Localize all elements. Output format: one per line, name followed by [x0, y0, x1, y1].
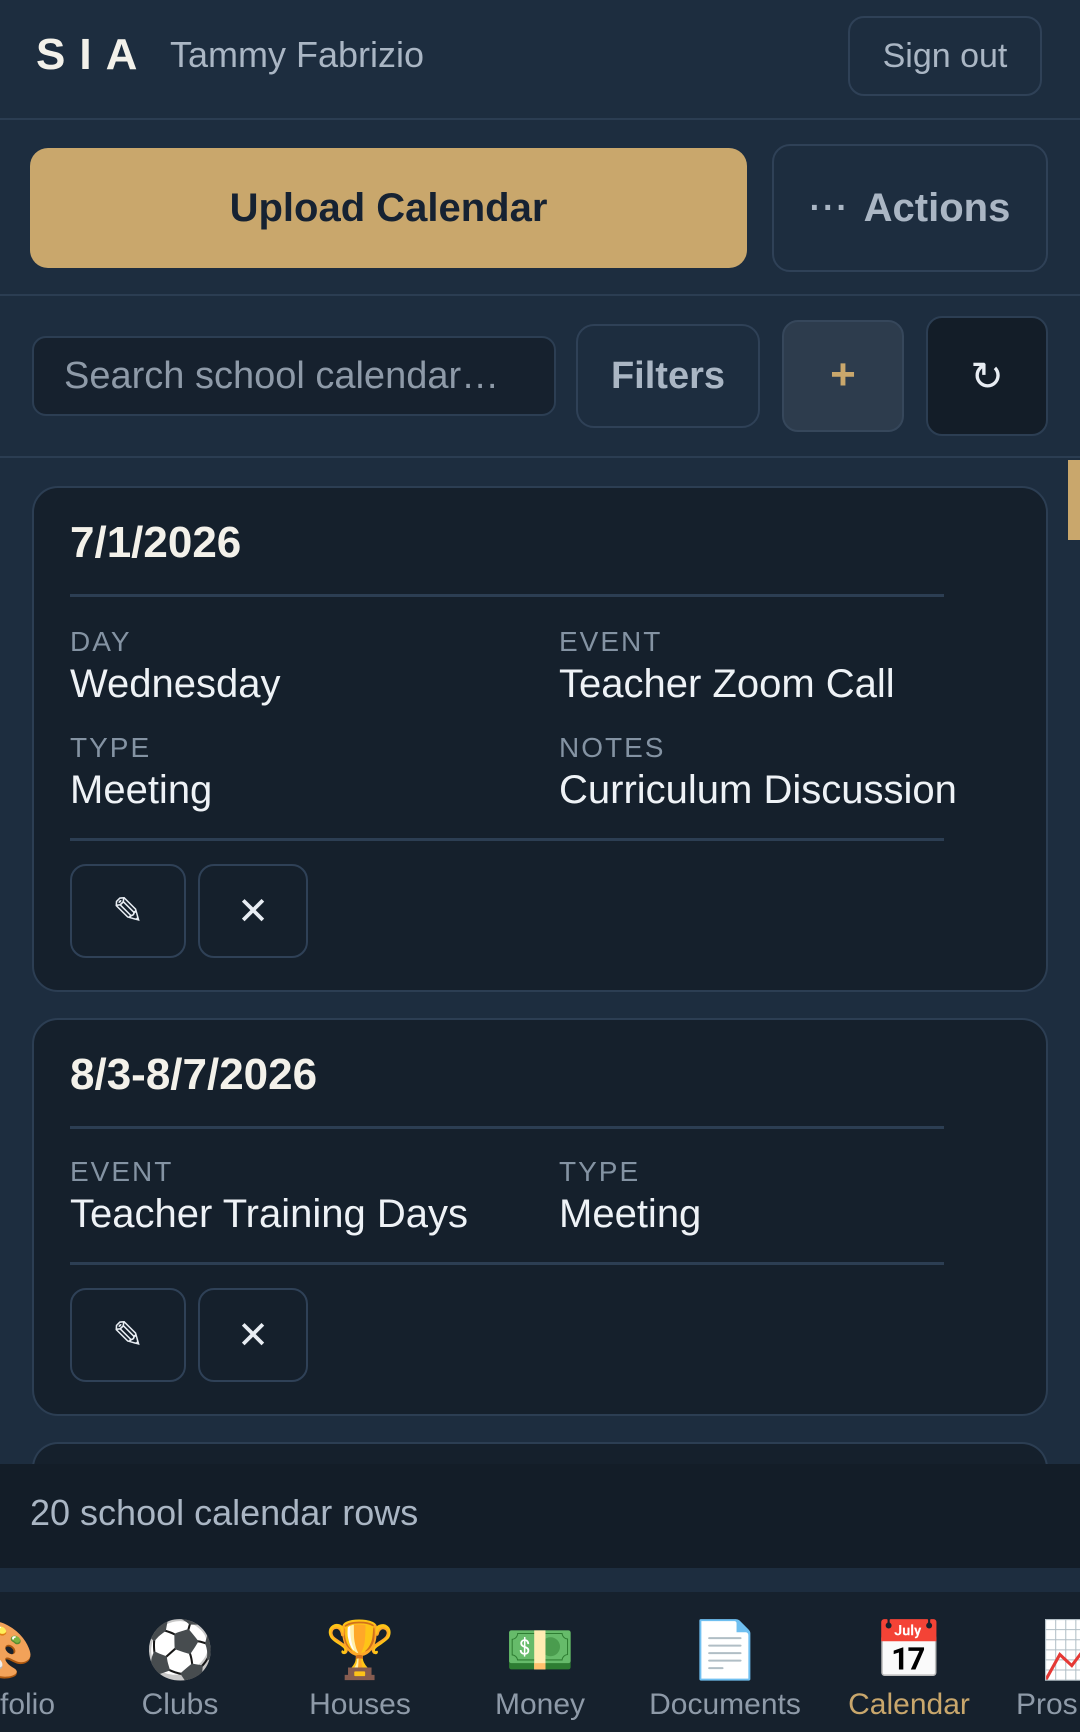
field-value-type: Meeting: [70, 768, 213, 812]
trophy-icon: 🏆: [325, 1618, 395, 1681]
nav-label: Calendar: [848, 1688, 970, 1721]
calendar-card: 7/1/2026 DAY Wednesday EVENT Teacher Zoo…: [32, 486, 1048, 992]
nav-label: Clubs: [141, 1688, 219, 1721]
delete-button[interactable]: ✕: [198, 864, 308, 958]
document-icon: 📄: [690, 1618, 760, 1681]
plus-icon: +: [830, 350, 856, 399]
nav-label: Pros: [1016, 1688, 1078, 1721]
calendar-card: 8/3-8/7/2026 EVENT Teacher Training Days…: [32, 1018, 1048, 1416]
user-name: Tammy Fabrizio: [170, 34, 425, 75]
money-icon: 💵: [505, 1618, 575, 1681]
bottom-nav: 🎨 folio ⚽ Clubs 🏆 Houses 💵 Money 📄 Docum…: [0, 1592, 1080, 1732]
edit-button[interactable]: ✎: [70, 1288, 186, 1382]
nav-item-money[interactable]: 💵 Money: [470, 1592, 610, 1732]
nav-label: Money: [494, 1688, 586, 1721]
row-count-bar: 20 school calendar rows: [0, 1464, 1080, 1568]
field-label-day: DAY: [70, 626, 132, 657]
actions-label: Actions: [863, 185, 1011, 230]
row-count-text: 20 school calendar rows: [30, 1492, 419, 1533]
calendar-icon: 📅: [874, 1618, 944, 1681]
filters-button[interactable]: Filters: [576, 324, 760, 428]
field-label-type: TYPE: [559, 1156, 641, 1187]
field-label-notes: NOTES: [559, 732, 666, 763]
field-value-day: Wednesday: [70, 662, 281, 706]
card-divider: [70, 1262, 944, 1265]
app-header: SIA Tammy Fabrizio Sign out: [0, 0, 1080, 120]
nav-item-documents[interactable]: 📄 Documents: [640, 1592, 810, 1732]
palette-icon: 🎨: [0, 1618, 35, 1682]
upload-calendar-button[interactable]: Upload Calendar: [30, 148, 747, 268]
pencil-icon: ✎: [112, 1314, 144, 1357]
more-dots-icon: ···: [809, 188, 850, 227]
field-label-event: EVENT: [559, 626, 663, 657]
delete-button[interactable]: ✕: [198, 1288, 308, 1382]
close-icon: ✕: [237, 1314, 269, 1357]
app-logo: SIA: [36, 30, 152, 79]
nav-item-houses[interactable]: 🏆 Houses: [290, 1592, 430, 1732]
field-value-notes: Curriculum Discussion: [559, 768, 957, 812]
action-bar: Upload Calendar ··· Actions: [0, 122, 1080, 296]
nav-item-clubs[interactable]: ⚽ Clubs: [118, 1592, 242, 1732]
nav-item-portfolio[interactable]: 🎨 folio: [0, 1592, 100, 1732]
refresh-icon: ↻: [970, 355, 1004, 399]
nav-item-calendar[interactable]: 📅 Calendar: [834, 1592, 984, 1732]
card-divider: [70, 594, 944, 597]
pencil-icon: ✎: [112, 890, 144, 933]
refresh-button[interactable]: ↻: [926, 316, 1048, 436]
card-date: 8/3-8/7/2026: [70, 1050, 318, 1099]
search-input[interactable]: [32, 336, 556, 416]
actions-menu-button[interactable]: ··· Actions: [772, 144, 1048, 272]
field-value-event: Teacher Zoom Call: [559, 662, 895, 706]
nav-item-pros[interactable]: 📈 Pros: [1016, 1592, 1080, 1732]
edit-button[interactable]: ✎: [70, 864, 186, 958]
card-date: 7/1/2026: [70, 518, 242, 567]
scrollbar-thumb[interactable]: [1068, 460, 1080, 540]
field-label-type: TYPE: [70, 732, 152, 763]
nav-label: Documents: [649, 1688, 801, 1721]
field-label-event: EVENT: [70, 1156, 174, 1187]
soccer-ball-icon: ⚽: [145, 1618, 215, 1681]
card-divider: [70, 838, 944, 841]
field-value-type: Meeting: [559, 1192, 702, 1236]
close-icon: ✕: [237, 890, 269, 933]
chart-icon: 📈: [1041, 1618, 1080, 1681]
field-value-event: Teacher Training Days: [70, 1192, 468, 1236]
sign-out-button[interactable]: Sign out: [848, 16, 1042, 96]
card-divider: [70, 1126, 944, 1129]
add-button[interactable]: +: [782, 320, 904, 432]
nav-label: Houses: [309, 1688, 411, 1721]
search-toolbar: Filters + ↻: [0, 298, 1080, 458]
